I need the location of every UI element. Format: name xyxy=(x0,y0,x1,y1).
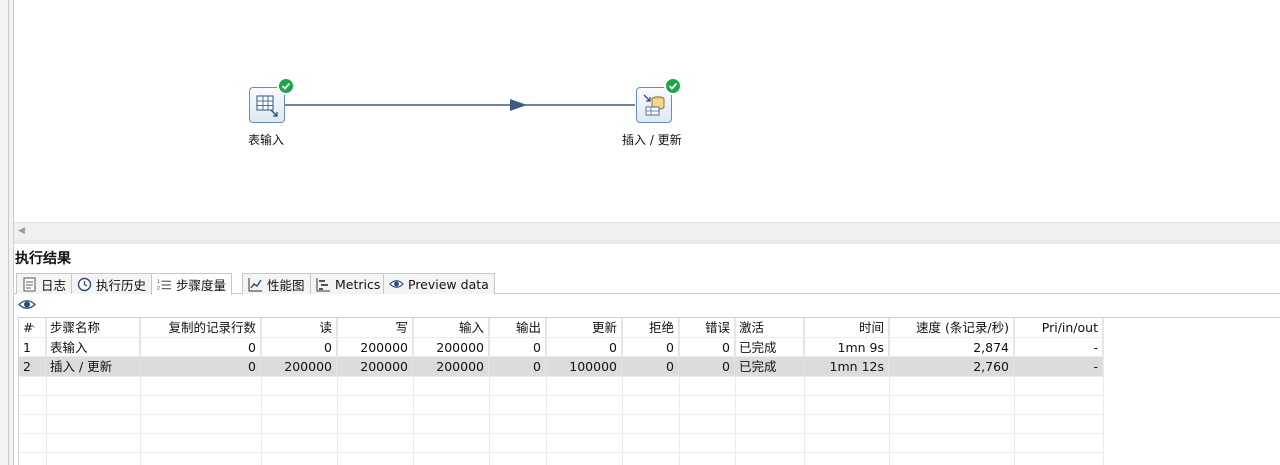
col-header-copies[interactable]: 复制的记录行数 xyxy=(140,318,261,337)
cell-time: 1mn 12s xyxy=(804,357,889,376)
panel-splitter[interactable] xyxy=(14,240,1280,244)
cell-updated: 100000 xyxy=(546,357,622,376)
cell-time: 1mn 9s xyxy=(804,338,889,357)
scroll-left-icon[interactable]: ◀ xyxy=(18,226,25,236)
success-check-icon xyxy=(664,77,682,95)
table-row[interactable]: 1 表输入 0 0 200000 200000 0 0 0 0 已完成 1mn … xyxy=(19,338,1103,357)
show-eye-icon[interactable] xyxy=(18,298,36,314)
tab-preview-data[interactable]: Preview data xyxy=(383,273,495,294)
col-header-pri-in-out[interactable]: Pri/in/out xyxy=(1014,318,1103,337)
cell-read: 0 xyxy=(261,338,337,357)
tab-metrics[interactable]: Metrics xyxy=(310,273,387,294)
col-header-step-name[interactable]: 步骤名称 xyxy=(46,318,140,337)
svg-text:1: 1 xyxy=(157,279,160,285)
cell-input: 200000 xyxy=(413,357,489,376)
step-label-insert-update: 插入 / 更新 xyxy=(622,133,682,147)
canvas-horizontal-scrollbar[interactable]: ◀ xyxy=(14,222,1280,240)
table-row-selected[interactable]: 2 插入 / 更新 0 200000 200000 200000 0 10000… xyxy=(19,357,1103,376)
step-metrics-table[interactable]: # ^ 步骤名称 复制的记录行数 读 写 输入 输出 更新 拒绝 错误 激活 时间… xyxy=(18,317,1280,465)
cell-active: 已完成 xyxy=(735,357,804,376)
tab-performance-chart[interactable]: 性能图 xyxy=(242,273,311,294)
cell-copies: 0 xyxy=(140,357,261,376)
metrics-icon xyxy=(316,277,331,292)
col-header-read[interactable]: 读 xyxy=(261,318,337,337)
cell-active: 已完成 xyxy=(735,338,804,357)
step-table-input[interactable] xyxy=(249,77,295,123)
col-header-time[interactable]: 时间 xyxy=(804,318,889,337)
col-header-updated[interactable]: 更新 xyxy=(546,318,622,337)
tab-label: Metrics xyxy=(335,276,381,292)
cell-written: 200000 xyxy=(337,357,413,376)
results-tab-bar: 日志 执行历史 12 步骤度量 性能图 Metrics Preview data xyxy=(14,272,1280,295)
col-header-active[interactable]: 激活 xyxy=(735,318,804,337)
metrics-toolbar xyxy=(14,295,1280,316)
cell-errors: 0 xyxy=(679,338,735,357)
col-header-input[interactable]: 输入 xyxy=(413,318,489,337)
history-icon xyxy=(77,277,92,292)
tab-step-metrics[interactable]: 12 步骤度量 xyxy=(151,273,233,295)
cell-speed: 2,760 xyxy=(889,357,1014,376)
cell-written: 200000 xyxy=(337,338,413,357)
tab-label: Preview data xyxy=(408,276,489,292)
cell-index: 2 xyxy=(19,357,46,376)
cell-rejected: 0 xyxy=(622,357,679,376)
col-header-speed[interactable]: 速度 (条记录/秒) xyxy=(889,318,1014,337)
tab-label: 步骤度量 xyxy=(176,278,227,293)
cell-pri-in-out: - xyxy=(1014,357,1103,376)
tab-log[interactable]: 日志 xyxy=(16,273,73,294)
preview-eye-icon xyxy=(389,277,404,292)
transformation-canvas[interactable]: 表输入 插入 / 更新 xyxy=(14,0,1280,222)
col-header-written[interactable]: 写 xyxy=(337,318,413,337)
sort-caret-icon: ^ xyxy=(29,324,36,333)
cell-output: 0 xyxy=(489,338,546,357)
cell-updated: 0 xyxy=(546,338,622,357)
cell-step-name: 表输入 xyxy=(46,338,140,357)
performance-chart-icon xyxy=(248,277,263,292)
left-gutter xyxy=(0,0,14,465)
tab-label: 性能图 xyxy=(267,277,305,293)
hop-arrow-icon xyxy=(510,99,527,111)
col-header-errors[interactable]: 错误 xyxy=(679,318,735,337)
table-header-row: # ^ 步骤名称 复制的记录行数 读 写 输入 输出 更新 拒绝 错误 激活 时间… xyxy=(19,318,1103,337)
cell-read: 200000 xyxy=(261,357,337,376)
log-icon xyxy=(22,277,37,292)
cell-copies: 0 xyxy=(140,338,261,357)
step-label-table-input: 表输入 xyxy=(248,133,285,147)
app-window: 表输入 插入 / 更新 ◀ 执行结果 日志 执行历史 1 2 步骤度量 性能图 … xyxy=(0,0,1280,465)
cell-index: 1 xyxy=(19,338,46,357)
tab-label: 日志 xyxy=(41,277,67,293)
success-check-icon xyxy=(277,77,295,95)
results-panel-title: 执行结果 xyxy=(15,251,71,267)
step-insert-update[interactable] xyxy=(636,77,682,123)
col-header-rejected[interactable]: 拒绝 xyxy=(622,318,679,337)
svg-text:2: 2 xyxy=(157,286,160,292)
cell-input: 200000 xyxy=(413,338,489,357)
cell-pri-in-out: - xyxy=(1014,338,1103,357)
step-metrics-icon: 12 xyxy=(157,277,172,292)
cell-rejected: 0 xyxy=(622,338,679,357)
col-header-output[interactable]: 输出 xyxy=(489,318,546,337)
cell-errors: 0 xyxy=(679,357,735,376)
tab-history[interactable]: 执行历史 xyxy=(71,273,153,294)
cell-speed: 2,874 xyxy=(889,338,1014,357)
tab-label: 执行历史 xyxy=(96,277,147,293)
cell-output: 0 xyxy=(489,357,546,376)
cell-step-name: 插入 / 更新 xyxy=(46,357,140,376)
col-header-index[interactable]: # ^ xyxy=(19,318,46,337)
